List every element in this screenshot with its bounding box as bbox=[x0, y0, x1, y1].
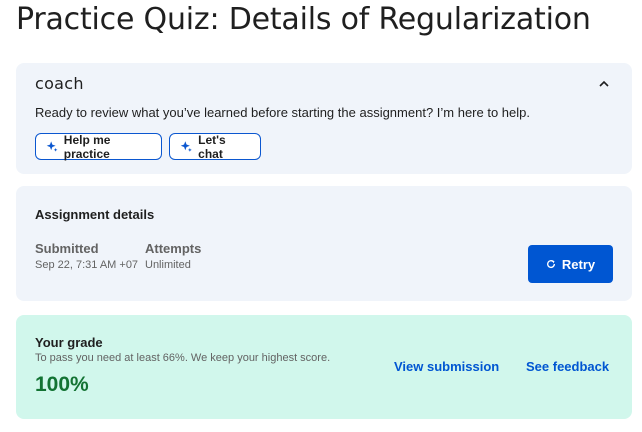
sparkle-icon bbox=[180, 141, 192, 152]
passing-requirement-note: To pass you need at least 66%. We keep y… bbox=[35, 352, 331, 364]
coach-logo: coach bbox=[35, 74, 84, 93]
refresh-icon bbox=[546, 260, 555, 269]
assignment-details-heading: Assignment details bbox=[35, 207, 155, 222]
coach-message: Ready to review what you’ve learned befo… bbox=[35, 105, 530, 120]
coach-panel: coach Ready to review what you’ve learne… bbox=[16, 63, 632, 174]
grade-score: 100% bbox=[35, 373, 89, 396]
help-me-practice-button[interactable]: Help me practice bbox=[35, 132, 162, 161]
attempts-label: Attempts bbox=[145, 241, 202, 256]
attempts-value: Unlimited bbox=[145, 259, 191, 271]
grade-panel: Your grade To pass you need at least 66%… bbox=[16, 315, 632, 419]
chevron-up-icon bbox=[599, 80, 609, 87]
retry-button[interactable]: Retry bbox=[528, 245, 613, 283]
assignment-details-panel: Assignment details Submitted Sep 22, 7:3… bbox=[16, 186, 632, 301]
see-feedback-link[interactable]: See feedback bbox=[526, 359, 609, 374]
lets-chat-button[interactable]: Let's chat bbox=[169, 132, 261, 161]
view-submission-link[interactable]: View submission bbox=[394, 359, 499, 374]
your-grade-heading: Your grade bbox=[35, 335, 103, 350]
help-me-practice-label: Help me practice bbox=[63, 132, 111, 161]
sparkle-icon bbox=[46, 141, 58, 152]
retry-label: Retry bbox=[561, 256, 596, 272]
page-title: Practice Quiz: Details of Regularization bbox=[16, 2, 591, 37]
submitted-label: Submitted bbox=[35, 241, 99, 256]
collapse-coach-button[interactable] bbox=[596, 75, 612, 91]
lets-chat-label: Let's chat bbox=[198, 132, 226, 161]
submitted-value: Sep 22, 7:31 AM +07 bbox=[35, 259, 139, 271]
